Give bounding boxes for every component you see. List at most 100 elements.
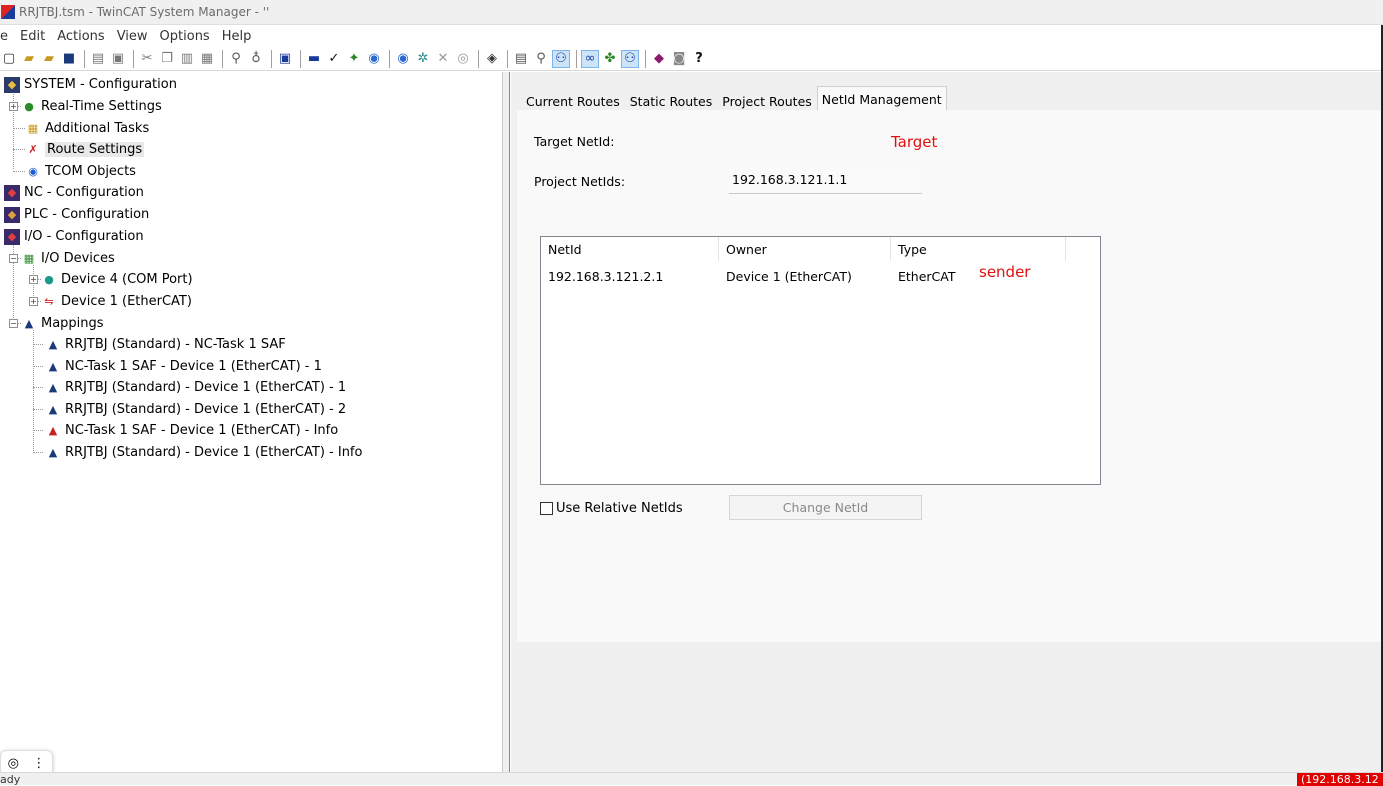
change-netid-button[interactable]: Change NetId — [729, 495, 922, 520]
activate-configuration-icon[interactable]: ✦ — [345, 50, 363, 68]
toolbar: ▢ ▰ ▰ ■ ▤ ▣ ✂ ❐ ▥ ▦ ⚲ ♁ ▣ ▬ ✓ ✦ ◉ ◉ ✲ ✕ … — [0, 47, 1383, 71]
toolbar-separator — [300, 49, 301, 68]
expand-icon[interactable]: + — [29, 297, 38, 306]
tree-item-label: I/O Devices — [41, 251, 115, 266]
column-header-type[interactable]: Type — [891, 237, 1066, 261]
tree-item-label: TCOM Objects — [45, 164, 136, 179]
project-netids-label: Project NetIds: — [534, 174, 626, 189]
tree-item-realtime[interactable]: + ● Real-Time Settings — [9, 96, 162, 117]
help-icon[interactable]: ? — [690, 50, 708, 68]
expand-icon[interactable]: + — [29, 275, 38, 284]
tree-item-label: Device 4 (COM Port) — [61, 272, 193, 287]
tree-item-mapping[interactable]: ▲ RRJTBJ (Standard) - Device 1 (EtherCAT… — [45, 377, 346, 398]
target-netid-field[interactable]: 192.168.3.121.1.1 — [729, 166, 922, 194]
com-port-icon: ● — [44, 273, 54, 286]
relative-netids-checkbox[interactable]: Use Relative NetIds — [540, 501, 683, 516]
io-devices-icon: ▦ — [23, 252, 35, 265]
checkbox-box[interactable] — [540, 502, 553, 515]
generate-mappings-icon[interactable]: ▬ — [305, 50, 323, 68]
print-icon[interactable]: ▤ — [89, 50, 107, 68]
open-folder-icon[interactable]: ▰ — [20, 50, 38, 68]
tree-item-mappings[interactable]: − ▲ Mappings — [9, 313, 104, 334]
pane-splitter[interactable] — [503, 72, 510, 772]
new-file-icon[interactable]: ▢ — [0, 50, 18, 68]
mapping-icon: ▲ — [48, 360, 58, 373]
mapping-icon: ▲ — [48, 446, 58, 459]
cut-icon[interactable]: ✂ — [138, 50, 156, 68]
tree-item-mapping[interactable]: ▲ RRJTBJ (Standard) - Device 1 (EtherCAT… — [45, 442, 363, 463]
paste-with-links-icon[interactable]: ▦ — [198, 50, 216, 68]
toolbar-separator — [576, 49, 577, 68]
tree-item-label: Additional Tasks — [45, 121, 150, 136]
toolbar-separator — [645, 49, 646, 68]
detail-pane: Current Routes Static Routes Project Rou… — [511, 72, 1383, 772]
tree-item-system[interactable]: ◆ SYSTEM - Configuration — [4, 74, 177, 95]
list-icon[interactable]: ▤ — [512, 50, 530, 68]
tree-item-io[interactable]: ◆ I/O - Configuration — [4, 226, 144, 247]
load-io-devices-icon[interactable]: ✲ — [414, 50, 432, 68]
tree-item-device1[interactable]: + ⇋ Device 1 (EtherCAT) — [29, 291, 192, 312]
netid-management-panel: Target NetId: 192.168.3.121.1.1 Target P… — [517, 110, 1383, 642]
show-sub-items-icon[interactable]: ∞ — [581, 49, 599, 68]
tree-item-route-settings[interactable]: ✗ Route Settings — [25, 139, 145, 160]
copy-icon[interactable]: ❐ — [158, 50, 176, 68]
collapse-icon[interactable]: − — [9, 254, 18, 263]
tree-item-mapping[interactable]: ▲ NC-Task 1 SAF - Device 1 (EtherCAT) - … — [45, 356, 322, 377]
collapse-icon[interactable]: − — [9, 319, 18, 328]
title-bar: RRJTBJ.tsm - TwinCAT System Manager - '' — [0, 0, 1383, 25]
tree-item-additional-tasks[interactable]: ▦ Additional Tasks — [25, 118, 149, 139]
open-folder-alt-icon[interactable]: ▰ — [40, 50, 58, 68]
project-netids-list[interactable]: NetId Owner Type 192.168.3.121.2.1 Devic… — [540, 236, 1101, 485]
more-options-icon[interactable]: ⋮ — [32, 756, 45, 771]
camera-icon[interactable]: ◎ — [8, 756, 19, 771]
show-io-icon[interactable]: ⚇ — [621, 49, 639, 68]
tree-item-tcom[interactable]: ◉ TCOM Objects — [25, 161, 136, 182]
tree-item-label: NC - Configuration — [24, 185, 144, 200]
menu-view[interactable]: View — [117, 29, 148, 44]
column-header-owner[interactable]: Owner — [719, 237, 891, 261]
tree-item-mapping[interactable]: ▲ RRJTBJ (Standard) - NC-Task 1 SAF — [45, 334, 286, 355]
paste-icon[interactable]: ▥ — [178, 50, 196, 68]
menu-edit[interactable]: Edit — [20, 29, 45, 44]
expand-icon[interactable]: + — [9, 102, 18, 111]
tree-item-nc[interactable]: ◆ NC - Configuration — [4, 182, 144, 203]
force-icon[interactable]: ◈ — [483, 50, 501, 68]
mouse-icon[interactable]: ♁ — [247, 50, 265, 68]
zoom-icon[interactable]: ⚲ — [532, 50, 550, 68]
plugin-icon[interactable]: ◆ — [650, 50, 668, 68]
target-system-icon[interactable]: ▣ — [276, 50, 294, 68]
menu-actions[interactable]: Actions — [57, 29, 105, 44]
tab-netid-management[interactable]: NetId Management — [816, 86, 947, 112]
find-icon[interactable]: ⚲ — [227, 50, 245, 68]
tree-item-device4[interactable]: + ● Device 4 (COM Port) — [29, 269, 193, 290]
tree-item-mapping[interactable]: ▲ NC-Task 1 SAF - Device 1 (EtherCAT) - … — [45, 420, 338, 441]
menu-options[interactable]: Options — [160, 29, 210, 44]
tree-item-mapping[interactable]: ▲ RRJTBJ (Standard) - Device 1 (EtherCAT… — [45, 399, 346, 420]
print-preview-icon[interactable]: ▣ — [109, 50, 127, 68]
toolbar-separator — [222, 49, 223, 68]
nc-config-icon: ◆ — [4, 184, 20, 201]
tree-item-label: PLC - Configuration — [24, 207, 150, 222]
restart-run-mode-icon[interactable]: ◉ — [365, 50, 383, 68]
target-annotation: Target — [891, 133, 938, 151]
show-online-data-icon[interactable]: ⚇ — [552, 49, 570, 68]
tree-item-io-devices[interactable]: − ▦ I/O Devices — [9, 248, 115, 269]
auto-scroll-icon[interactable]: ✤ — [601, 50, 619, 68]
config-mode-icon[interactable]: ◉ — [394, 50, 412, 68]
tab-project-routes[interactable]: Project Routes — [717, 90, 817, 112]
tree-item-label: RRJTBJ (Standard) - Device 1 (EtherCAT) … — [65, 380, 347, 395]
target-netid-label: Target NetId: — [534, 134, 615, 149]
toggle-free-run-icon[interactable]: ◎ — [454, 50, 472, 68]
tree-item-plc[interactable]: ◆ PLC - Configuration — [4, 204, 149, 225]
tab-current-routes[interactable]: Current Routes — [521, 90, 625, 112]
scan-devices-icon[interactable]: ✕ — [434, 50, 452, 68]
check-configuration-icon[interactable]: ✓ — [325, 50, 343, 68]
save-icon[interactable]: ■ — [60, 50, 78, 68]
tab-static-routes[interactable]: Static Routes — [625, 90, 718, 112]
menu-help[interactable]: Help — [222, 29, 252, 44]
toolbar-separator — [389, 49, 390, 68]
menu-file[interactable]: e — [0, 29, 8, 44]
column-header-netid[interactable]: NetId — [541, 237, 719, 261]
info-icon[interactable]: ◙ — [670, 50, 688, 68]
table-row[interactable]: 192.168.3.121.2.1 Device 1 (EtherCAT) Et… — [541, 265, 971, 287]
